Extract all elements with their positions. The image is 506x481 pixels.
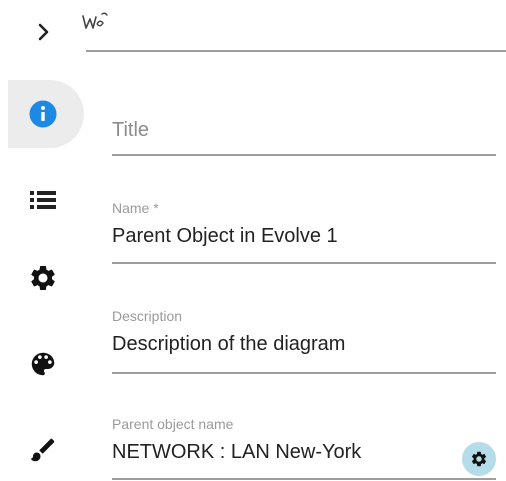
description-value[interactable]: Description of the diagram xyxy=(112,332,496,356)
chevron-right-icon xyxy=(38,23,49,41)
scribble-icon xyxy=(82,12,108,29)
sidebar-item-settings[interactable] xyxy=(8,244,84,312)
parent-object-value[interactable]: NETWORK : LAN New-York xyxy=(112,440,496,464)
brush-icon xyxy=(30,438,55,462)
parent-object-underline xyxy=(112,478,496,480)
title-field[interactable]: Title xyxy=(112,118,496,158)
expand-panel-button[interactable] xyxy=(30,18,58,46)
description-underline xyxy=(112,372,496,374)
name-label: Name * xyxy=(112,200,159,216)
parent-object-label: Parent object name xyxy=(112,416,234,432)
palette-icon xyxy=(31,352,55,376)
sidebar-item-brush[interactable] xyxy=(8,416,84,481)
properties-panel: Title Name * Parent Object in Evolve 1 D… xyxy=(0,0,506,481)
gear-icon xyxy=(31,266,55,290)
gear-icon xyxy=(471,451,487,467)
parent-object-settings-button[interactable] xyxy=(462,442,496,476)
sidebar-item-list[interactable] xyxy=(8,166,84,234)
name-field[interactable]: Name * Parent Object in Evolve 1 xyxy=(112,200,496,266)
parent-object-field[interactable]: Parent object name NETWORK : LAN New-Yor… xyxy=(112,416,496,481)
list-icon xyxy=(30,191,56,209)
description-label: Description xyxy=(112,308,183,324)
title-placeholder: Title xyxy=(112,119,150,141)
info-icon xyxy=(29,100,57,128)
sidebar-item-palette[interactable] xyxy=(8,330,84,398)
sidebar-item-info[interactable] xyxy=(8,80,84,148)
name-underline xyxy=(112,262,496,264)
header-divider xyxy=(86,50,506,52)
title-underline xyxy=(112,154,496,156)
name-value[interactable]: Parent Object in Evolve 1 xyxy=(112,224,496,248)
description-field[interactable]: Description Description of the diagram xyxy=(112,308,496,374)
